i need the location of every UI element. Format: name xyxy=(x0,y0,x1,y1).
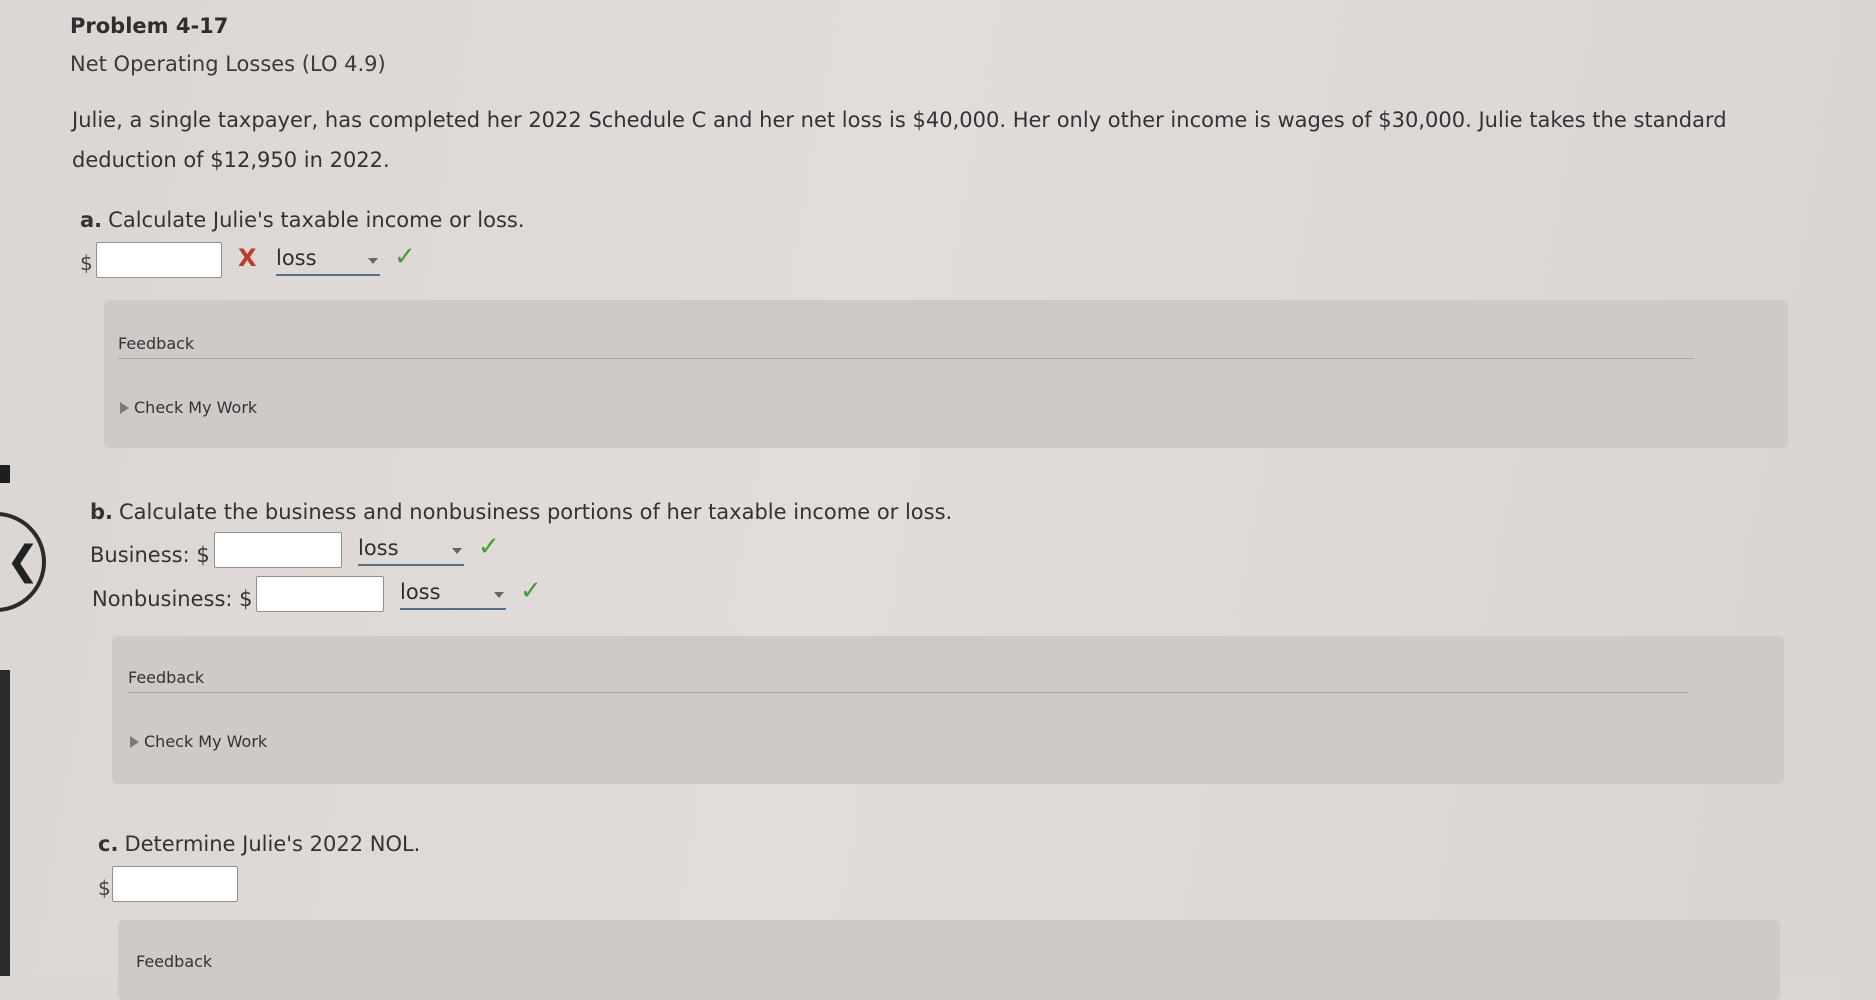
feedback-c-label: Feedback xyxy=(136,952,213,971)
feedback-b-label: Feedback xyxy=(128,668,205,687)
business-label: Business: $ xyxy=(90,543,210,567)
business-correct-check-icon: ✓ xyxy=(478,532,500,562)
incorrect-x-icon: X xyxy=(238,244,257,272)
check-my-work-b[interactable]: Check My Work xyxy=(130,732,267,751)
part-a-letter: a. xyxy=(80,208,103,232)
part-c-nol-input[interactable] xyxy=(112,866,238,902)
check-my-work-a[interactable]: Check My Work xyxy=(120,398,257,417)
feedback-a-divider xyxy=(118,358,1694,359)
feedback-panel-c: Feedback xyxy=(118,920,1780,1000)
business-gain-loss-select[interactable]: loss xyxy=(358,536,464,566)
problem-statement: Julie, a single taxpayer, has completed … xyxy=(72,108,1727,172)
dropdown-caret-icon xyxy=(452,548,462,554)
problem-title: Problem 4-17 xyxy=(70,14,229,38)
feedback-b-divider xyxy=(128,692,1688,693)
feedback-panel-a: Feedback Check My Work xyxy=(104,300,1788,448)
left-edge-bar-1 xyxy=(0,465,10,483)
part-c-currency: $ xyxy=(98,876,111,900)
business-amount-input[interactable] xyxy=(214,532,342,568)
feedback-a-label: Feedback xyxy=(118,334,195,353)
dropdown-caret-icon xyxy=(368,258,378,264)
left-edge-bar-2 xyxy=(0,670,10,976)
part-b-text: Calculate the business and nonbusiness p… xyxy=(119,500,953,524)
nonbusiness-amount-input[interactable] xyxy=(256,576,384,612)
part-c-question: c. Determine Julie's 2022 NOL. xyxy=(98,832,420,856)
part-b-letter: b. xyxy=(90,500,114,524)
part-a-text: Calculate Julie's taxable income or loss… xyxy=(108,208,525,232)
part-a-select-value: loss xyxy=(276,246,317,270)
expand-triangle-icon xyxy=(130,736,139,748)
chevron-left-icon: ❮ xyxy=(6,538,40,584)
correct-check-icon: ✓ xyxy=(394,242,416,272)
part-a-amount-input[interactable] xyxy=(96,242,222,278)
expand-triangle-icon xyxy=(120,402,129,414)
part-b-question: b. Calculate the business and nonbusiness… xyxy=(90,500,952,524)
part-a-gain-loss-select[interactable]: loss xyxy=(276,246,380,276)
part-c-text: Determine Julie's 2022 NOL. xyxy=(124,832,421,856)
problem-subtitle: Net Operating Losses (LO 4.9) xyxy=(70,52,386,76)
feedback-panel-b: Feedback Check My Work xyxy=(112,636,1784,784)
part-c-letter: c. xyxy=(98,832,119,856)
dropdown-caret-icon xyxy=(494,592,504,598)
part-a-currency: $ xyxy=(80,251,93,275)
business-select-value: loss xyxy=(358,536,399,560)
part-a-question: a. Calculate Julie's taxable income or lo… xyxy=(80,208,525,232)
nonbusiness-select-value: loss xyxy=(400,580,441,604)
nonbusiness-label: Nonbusiness: $ xyxy=(92,587,253,611)
nonbusiness-gain-loss-select[interactable]: loss xyxy=(400,580,506,610)
nonbusiness-correct-check-icon: ✓ xyxy=(520,576,542,606)
